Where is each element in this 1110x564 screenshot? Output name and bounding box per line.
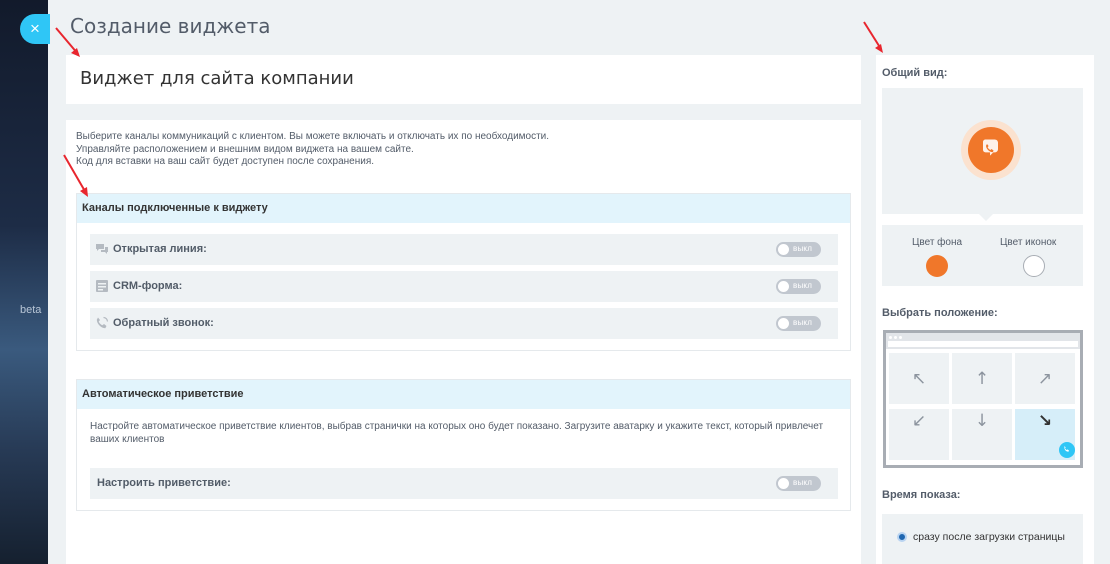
- intro-line: Управляйте расположением и внешним видом…: [76, 143, 414, 155]
- arrow-down-left-icon: ↙: [911, 411, 927, 431]
- toggle-state: выкл: [793, 281, 813, 290]
- position-bottom-right[interactable]: ↘: [1015, 409, 1075, 460]
- toggle-state: выкл: [793, 478, 813, 487]
- toggle-state: выкл: [793, 244, 813, 253]
- chat-bubbles-icon: [96, 244, 108, 254]
- widget-position-marker: [1059, 442, 1075, 458]
- annotation-arrow: [863, 21, 883, 53]
- arrow-up-icon: ↑: [974, 369, 990, 389]
- position-bottom-left[interactable]: ↙: [889, 409, 949, 460]
- greeting-toggle[interactable]: выкл: [776, 476, 821, 491]
- position-top-right[interactable]: ↗: [1015, 353, 1075, 404]
- widget-name[interactable]: Виджет для сайта компании: [80, 68, 354, 89]
- channel-row-open-line: Открытая линия: выкл: [90, 234, 838, 265]
- greeting-block: Автоматическое приветствие Настройте авт…: [76, 379, 851, 511]
- icon-color-swatch[interactable]: [1023, 255, 1045, 277]
- widget-preview: [882, 88, 1083, 214]
- position-title: Выбрать положение:: [882, 307, 998, 319]
- callback-toggle[interactable]: выкл: [776, 316, 821, 331]
- beta-label: beta: [20, 304, 42, 316]
- screen: beta × Создание виджета Виджет для сайта…: [0, 0, 1110, 564]
- channel-label: CRM-форма:: [113, 280, 183, 292]
- phone-callback-icon: [96, 316, 109, 329]
- channel-label: Открытая линия:: [113, 243, 207, 255]
- crm-form-toggle[interactable]: выкл: [776, 279, 821, 294]
- channels-block: Каналы подключенные к виджету Открытая л…: [76, 193, 851, 351]
- widget-button-preview: [968, 127, 1014, 173]
- show-time-options: сразу после загрузки страницы: [882, 514, 1083, 564]
- browser-dot: [889, 336, 892, 339]
- arrow-up-left-icon: ↖: [911, 369, 927, 389]
- arrow-down-icon: ↓: [974, 411, 990, 431]
- main-panel: Выберите каналы коммуникаций с клиентом.…: [66, 120, 861, 564]
- settings-sidebar: Общий вид: Цвет фона Цвет иконок Выбрать…: [876, 55, 1094, 564]
- toggle-state: выкл: [793, 318, 813, 327]
- channel-label: Обратный звонок:: [113, 317, 214, 329]
- position-top-center[interactable]: ↑: [952, 353, 1012, 404]
- position-bottom-center[interactable]: ↓: [952, 409, 1012, 460]
- browser-address-bar: [888, 341, 1078, 347]
- greeting-setting-label: Настроить приветствие:: [97, 477, 231, 489]
- browser-dot: [894, 336, 897, 339]
- phone-chat-icon: [983, 139, 998, 156]
- channel-row-callback: Обратный звонок: выкл: [90, 308, 838, 339]
- browser-bar: [886, 333, 1080, 349]
- greeting-header: Автоматическое приветствие: [77, 380, 850, 409]
- widget-name-panel: Виджет для сайта компании: [66, 55, 861, 104]
- position-top-left[interactable]: ↖: [889, 353, 949, 404]
- intro-text: Выберите каналы коммуникаций с клиентом.…: [76, 131, 549, 169]
- close-button[interactable]: ×: [20, 14, 50, 44]
- show-time-option-label[interactable]: сразу после загрузки страницы: [913, 531, 1065, 543]
- channel-row-crm-form: CRM-форма: выкл: [90, 271, 838, 302]
- page-title: Создание виджета: [70, 14, 271, 38]
- open-line-toggle[interactable]: выкл: [776, 242, 821, 257]
- toggle-knob: [778, 244, 789, 255]
- toggle-knob: [778, 318, 789, 329]
- annotation-arrow: [55, 27, 80, 57]
- arrow-up-right-icon: ↗: [1037, 369, 1053, 389]
- intro-line: Код для вставки на ваш сайт будет доступ…: [76, 156, 375, 167]
- color-settings: Цвет фона Цвет иконок: [882, 225, 1083, 286]
- position-grid: ↖ ↑ ↗ ↙ ↓ ↘: [889, 353, 1077, 462]
- arrow-down-right-icon: ↘: [1037, 411, 1053, 431]
- form-icon: [96, 280, 108, 292]
- annotation-arrow: [63, 154, 88, 197]
- show-time-title: Время показа:: [882, 489, 961, 501]
- channels-header: Каналы подключенные к виджету: [77, 194, 850, 223]
- bg-color-label: Цвет фона: [912, 237, 963, 248]
- toggle-knob: [778, 478, 789, 489]
- greeting-setting-row: Настроить приветствие: выкл: [90, 468, 838, 499]
- background-strip: [0, 0, 48, 564]
- preview-pointer: [979, 214, 993, 221]
- icon-color-label: Цвет иконок: [1000, 237, 1057, 248]
- toggle-knob: [778, 281, 789, 292]
- position-selector: ↖ ↑ ↗ ↙ ↓ ↘: [883, 330, 1083, 468]
- show-time-radio[interactable]: [897, 532, 907, 542]
- intro-line: Выберите каналы коммуникаций с клиентом.…: [76, 131, 550, 142]
- phone-icon: [1064, 446, 1069, 452]
- greeting-description: Настройте автоматическое приветствие кли…: [90, 421, 824, 445]
- overview-title: Общий вид:: [882, 67, 948, 79]
- bg-color-swatch[interactable]: [926, 255, 948, 277]
- browser-dot: [899, 336, 902, 339]
